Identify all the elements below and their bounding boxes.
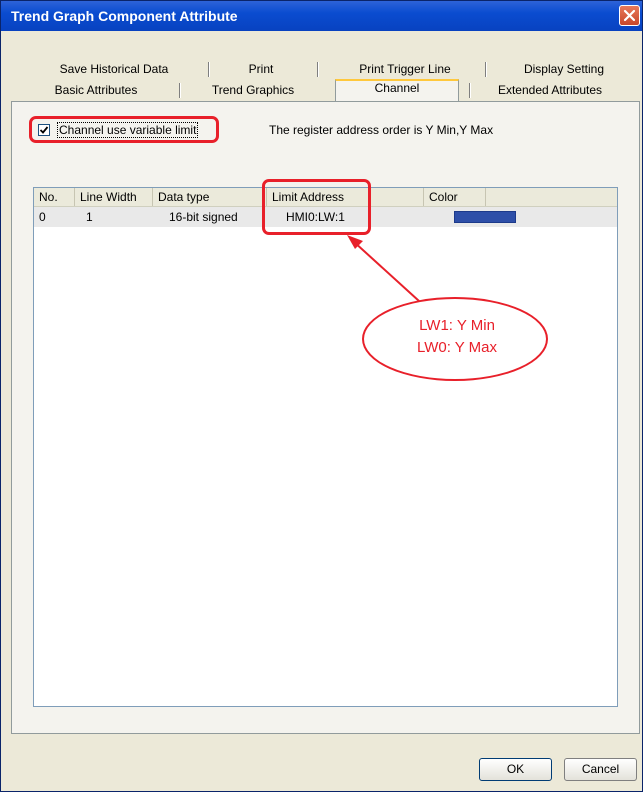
checkbox-highlight-box	[29, 116, 219, 143]
tab-divider	[317, 62, 318, 77]
tab-display-setting[interactable]: Display Setting	[509, 60, 619, 78]
tab-divider	[485, 62, 486, 77]
column-header-color[interactable]: Color	[424, 188, 486, 206]
tab-divider	[208, 62, 209, 77]
tab-extended-attributes[interactable]: Extended Attributes	[481, 81, 619, 99]
arrow-icon	[347, 235, 420, 302]
limit-address-highlight-box	[262, 179, 371, 235]
tab-print-trigger-line[interactable]: Print Trigger Line	[341, 60, 469, 78]
cell-line-width: 1	[86, 210, 93, 224]
cancel-button[interactable]: Cancel	[564, 758, 637, 781]
cell-data-type: 16-bit signed	[169, 210, 238, 224]
title-bar[interactable]: Trend Graph Component Attribute	[1, 1, 642, 31]
callout-line-max: LW0: Y Max	[416, 339, 498, 356]
close-icon	[623, 9, 636, 22]
column-header-line-width[interactable]: Line Width	[75, 188, 153, 206]
tab-divider	[469, 83, 470, 98]
register-order-note: The register address order is Y Min,Y Ma…	[269, 123, 494, 137]
window-title: Trend Graph Component Attribute	[11, 8, 238, 24]
dialog-window: Trend Graph Component Attribute Save His…	[0, 0, 643, 792]
cell-no: 0	[39, 210, 46, 224]
tab-channel[interactable]: Channel	[335, 79, 459, 97]
callout-line-min: LW1: Y Min	[419, 317, 495, 334]
close-button[interactable]	[619, 5, 640, 26]
tab-basic-attributes[interactable]: Basic Attributes	[41, 81, 151, 99]
tab-trend-graphics[interactable]: Trend Graphics	[191, 81, 315, 99]
tab-save-historical-data[interactable]: Save Historical Data	[49, 60, 179, 78]
column-header-data-type[interactable]: Data type	[153, 188, 267, 206]
tab-print[interactable]: Print	[216, 60, 306, 78]
column-header-no[interactable]: No.	[34, 188, 75, 206]
channel-table[interactable]: No. Line Width Data type Limit Address C…	[33, 187, 618, 707]
tab-divider	[179, 83, 180, 98]
address-callout: LW1: Y Min LW0: Y Max	[362, 297, 548, 381]
cell-color-swatch	[454, 211, 516, 223]
ok-button[interactable]: OK	[479, 758, 552, 781]
